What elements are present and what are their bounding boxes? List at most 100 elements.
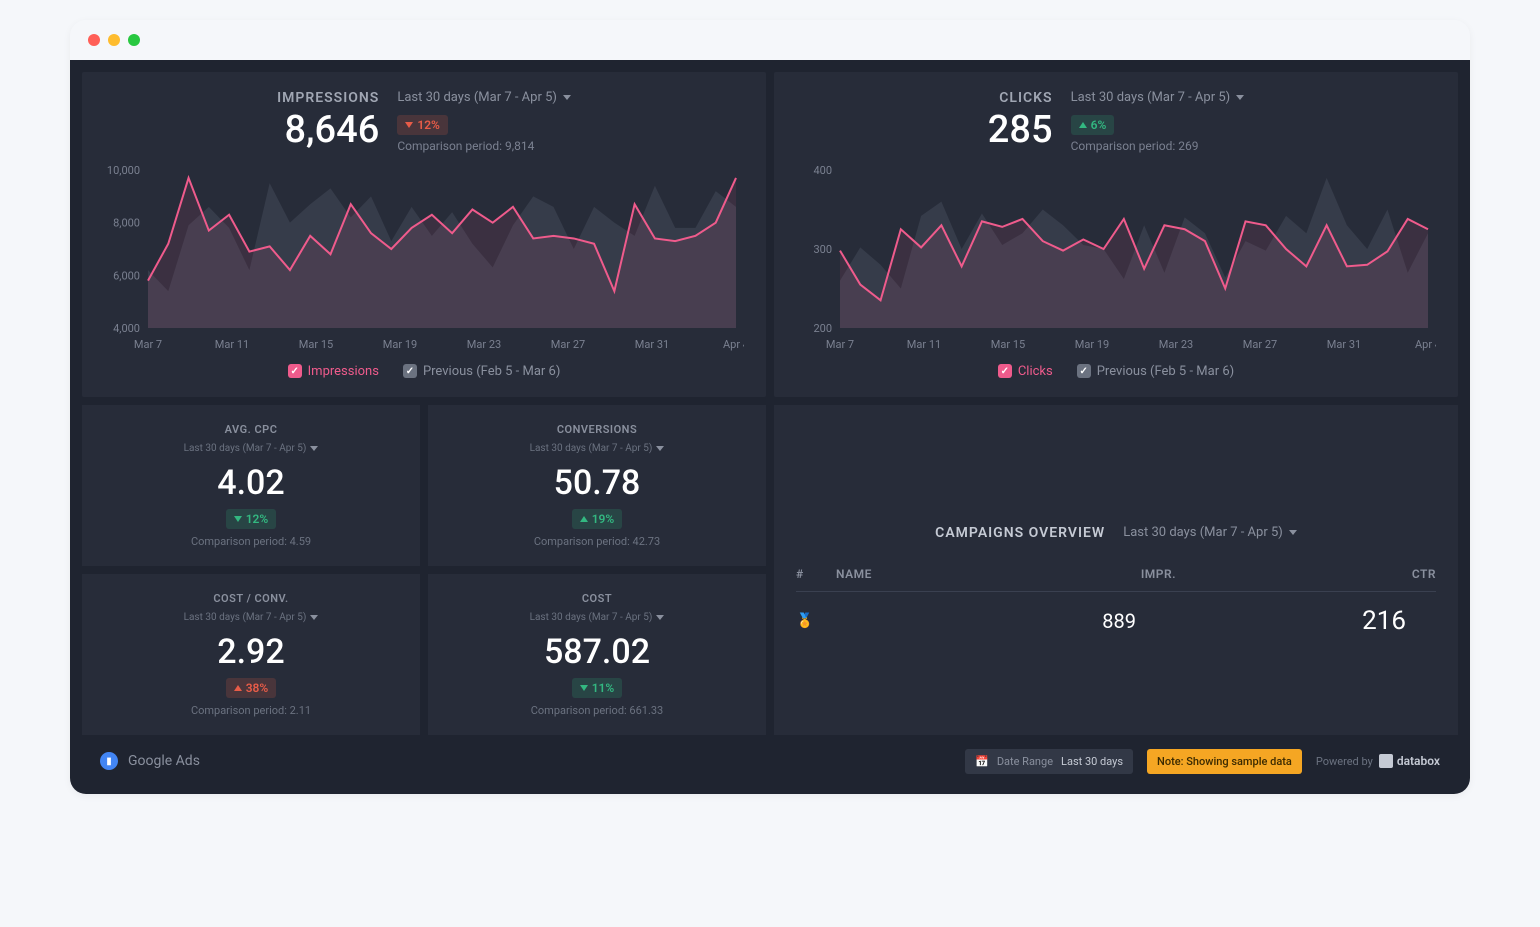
calendar-icon: 📅 (975, 755, 989, 768)
legend-previous[interactable]: Previous (Feb 5 - Mar 6) (403, 364, 560, 379)
clicks-comparison: Comparison period: 269 (1071, 139, 1245, 153)
triangle-up-icon (1079, 122, 1087, 128)
cell-ctr: 216 (1236, 606, 1436, 636)
legend-impressions[interactable]: Impressions (288, 364, 379, 379)
clicks-period-select[interactable]: Last 30 days (Mar 7 - Apr 5) (1071, 90, 1245, 105)
impressions-period-label: Last 30 days (Mar 7 - Apr 5) (397, 90, 557, 105)
avg-cpc-value: 4.02 (100, 463, 402, 503)
svg-text:4,000: 4,000 (113, 322, 140, 335)
cost-conv-delta-badge: 38% (226, 678, 277, 698)
svg-text:Mar 31: Mar 31 (1327, 338, 1361, 351)
chevron-down-icon (656, 446, 664, 451)
svg-text:Mar 23: Mar 23 (467, 338, 501, 351)
clicks-period-label: Last 30 days (Mar 7 - Apr 5) (1071, 90, 1231, 105)
cost-title: COST (446, 592, 748, 605)
minimize-dot[interactable] (108, 34, 120, 46)
avg-cpc-period-select[interactable]: Last 30 days (Mar 7 - Apr 5) (184, 443, 319, 454)
chevron-down-icon (310, 446, 318, 451)
svg-text:6,000: 6,000 (113, 269, 140, 282)
maximize-dot[interactable] (128, 34, 140, 46)
svg-text:Mar 15: Mar 15 (299, 338, 333, 351)
legend-clicks[interactable]: Clicks (998, 364, 1053, 379)
conversions-period-select[interactable]: Last 30 days (Mar 7 - Apr 5) (530, 443, 665, 454)
cost-comparison: Comparison period: 661.33 (446, 704, 748, 717)
cell-impr: 889 (1036, 609, 1236, 633)
databox-icon (1379, 754, 1393, 768)
col-num: # (796, 567, 836, 581)
avg-cpc-card: AVG. CPC Last 30 days (Mar 7 - Apr 5) 4.… (82, 405, 420, 566)
cost-period-select[interactable]: Last 30 days (Mar 7 - Apr 5) (530, 612, 665, 623)
cost-conv-comparison: Comparison period: 2.11 (100, 704, 402, 717)
triangle-down-icon (405, 122, 413, 128)
impressions-period-select[interactable]: Last 30 days (Mar 7 - Apr 5) (397, 90, 571, 105)
triangle-down-icon (234, 516, 242, 522)
legend-main-label: Impressions (308, 364, 379, 379)
close-dot[interactable] (88, 34, 100, 46)
svg-text:Mar 23: Mar 23 (1159, 338, 1193, 351)
table-header: # NAME IMPR. CTR (796, 557, 1436, 592)
conversions-value: 50.78 (446, 463, 748, 503)
clicks-card: CLICKS 285 Last 30 days (Mar 7 - Apr 5) … (774, 72, 1458, 397)
clicks-chart: 200300400Mar 7Mar 11Mar 15Mar 19Mar 23Ma… (796, 164, 1436, 354)
col-impr: IMPR. (1036, 567, 1236, 581)
cost-delta-badge: 11% (572, 678, 623, 698)
svg-text:8,000: 8,000 (113, 216, 140, 229)
campaigns-card: CAMPAIGNS OVERVIEW Last 30 days (Mar 7 -… (774, 405, 1458, 735)
svg-text:Mar 27: Mar 27 (551, 338, 585, 351)
browser-titlebar (70, 20, 1470, 60)
checkbox-icon (288, 364, 302, 378)
clicks-title: CLICKS (988, 90, 1053, 106)
avg-cpc-delta-badge: 12% (226, 509, 277, 529)
checkbox-icon (403, 364, 417, 378)
medal-icon: 🏅 (796, 613, 836, 629)
table-row[interactable]: 🏅 889 216 (796, 592, 1436, 650)
chevron-down-icon (1289, 530, 1297, 535)
svg-text:Mar 11: Mar 11 (907, 338, 941, 351)
chevron-down-icon (1236, 95, 1244, 100)
google-ads-icon: ▮ (100, 752, 118, 770)
svg-text:Mar 19: Mar 19 (383, 338, 417, 351)
legend-previous[interactable]: Previous (Feb 5 - Mar 6) (1077, 364, 1234, 379)
triangle-up-icon (580, 516, 588, 522)
impressions-chart: 4,0006,0008,00010,000Mar 7Mar 11Mar 15Ma… (104, 164, 744, 354)
campaigns-period-label: Last 30 days (Mar 7 - Apr 5) (1123, 525, 1283, 540)
impressions-delta-value: 12% (417, 118, 440, 132)
svg-text:Mar 31: Mar 31 (635, 338, 669, 351)
sample-data-note: Note: Showing sample data (1147, 749, 1302, 774)
avg-cpc-comparison: Comparison period: 4.59 (100, 535, 402, 548)
svg-text:Mar 27: Mar 27 (1243, 338, 1277, 351)
cost-card: COST Last 30 days (Mar 7 - Apr 5) 587.02… (428, 574, 766, 735)
dashboard-footer: ▮ Google Ads 📅 Date Range Last 30 days N… (82, 735, 1458, 782)
chevron-down-icon (563, 95, 571, 100)
cost-conv-value: 2.92 (100, 632, 402, 672)
cost-conv-period-select[interactable]: Last 30 days (Mar 7 - Apr 5) (184, 612, 319, 623)
impressions-legend: Impressions Previous (Feb 5 - Mar 6) (104, 364, 744, 379)
legend-prev-label: Previous (Feb 5 - Mar 6) (423, 364, 560, 379)
conversions-card: CONVERSIONS Last 30 days (Mar 7 - Apr 5)… (428, 405, 766, 566)
campaigns-period-select[interactable]: Last 30 days (Mar 7 - Apr 5) (1123, 525, 1297, 540)
clicks-legend: Clicks Previous (Feb 5 - Mar 6) (796, 364, 1436, 379)
svg-text:10,000: 10,000 (107, 164, 140, 177)
date-range-picker[interactable]: 📅 Date Range Last 30 days (965, 749, 1133, 774)
dashboard: IMPRESSIONS 8,646 Last 30 days (Mar 7 - … (70, 60, 1470, 794)
impressions-delta-badge: 12% (397, 115, 448, 135)
svg-text:Apr 4: Apr 4 (723, 338, 744, 351)
browser-frame: IMPRESSIONS 8,646 Last 30 days (Mar 7 - … (70, 20, 1470, 794)
svg-text:Mar 19: Mar 19 (1075, 338, 1109, 351)
svg-text:200: 200 (813, 322, 832, 335)
chevron-down-icon (656, 615, 664, 620)
cost-conv-card: COST / CONV. Last 30 days (Mar 7 - Apr 5… (82, 574, 420, 735)
svg-text:Mar 15: Mar 15 (991, 338, 1025, 351)
databox-logo[interactable]: databox (1379, 754, 1440, 768)
date-range-value: Last 30 days (1061, 755, 1123, 768)
clicks-delta-badge: 6% (1071, 115, 1115, 135)
impressions-title: IMPRESSIONS (277, 90, 379, 106)
conversions-delta-badge: 19% (572, 509, 623, 529)
impressions-card: IMPRESSIONS 8,646 Last 30 days (Mar 7 - … (82, 72, 766, 397)
campaigns-title: CAMPAIGNS OVERVIEW (935, 525, 1105, 541)
checkbox-icon (998, 364, 1012, 378)
conversions-title: CONVERSIONS (446, 423, 748, 436)
impressions-value: 8,646 (277, 108, 379, 154)
cost-value: 587.02 (446, 632, 748, 672)
svg-text:Apr 4: Apr 4 (1415, 338, 1436, 351)
